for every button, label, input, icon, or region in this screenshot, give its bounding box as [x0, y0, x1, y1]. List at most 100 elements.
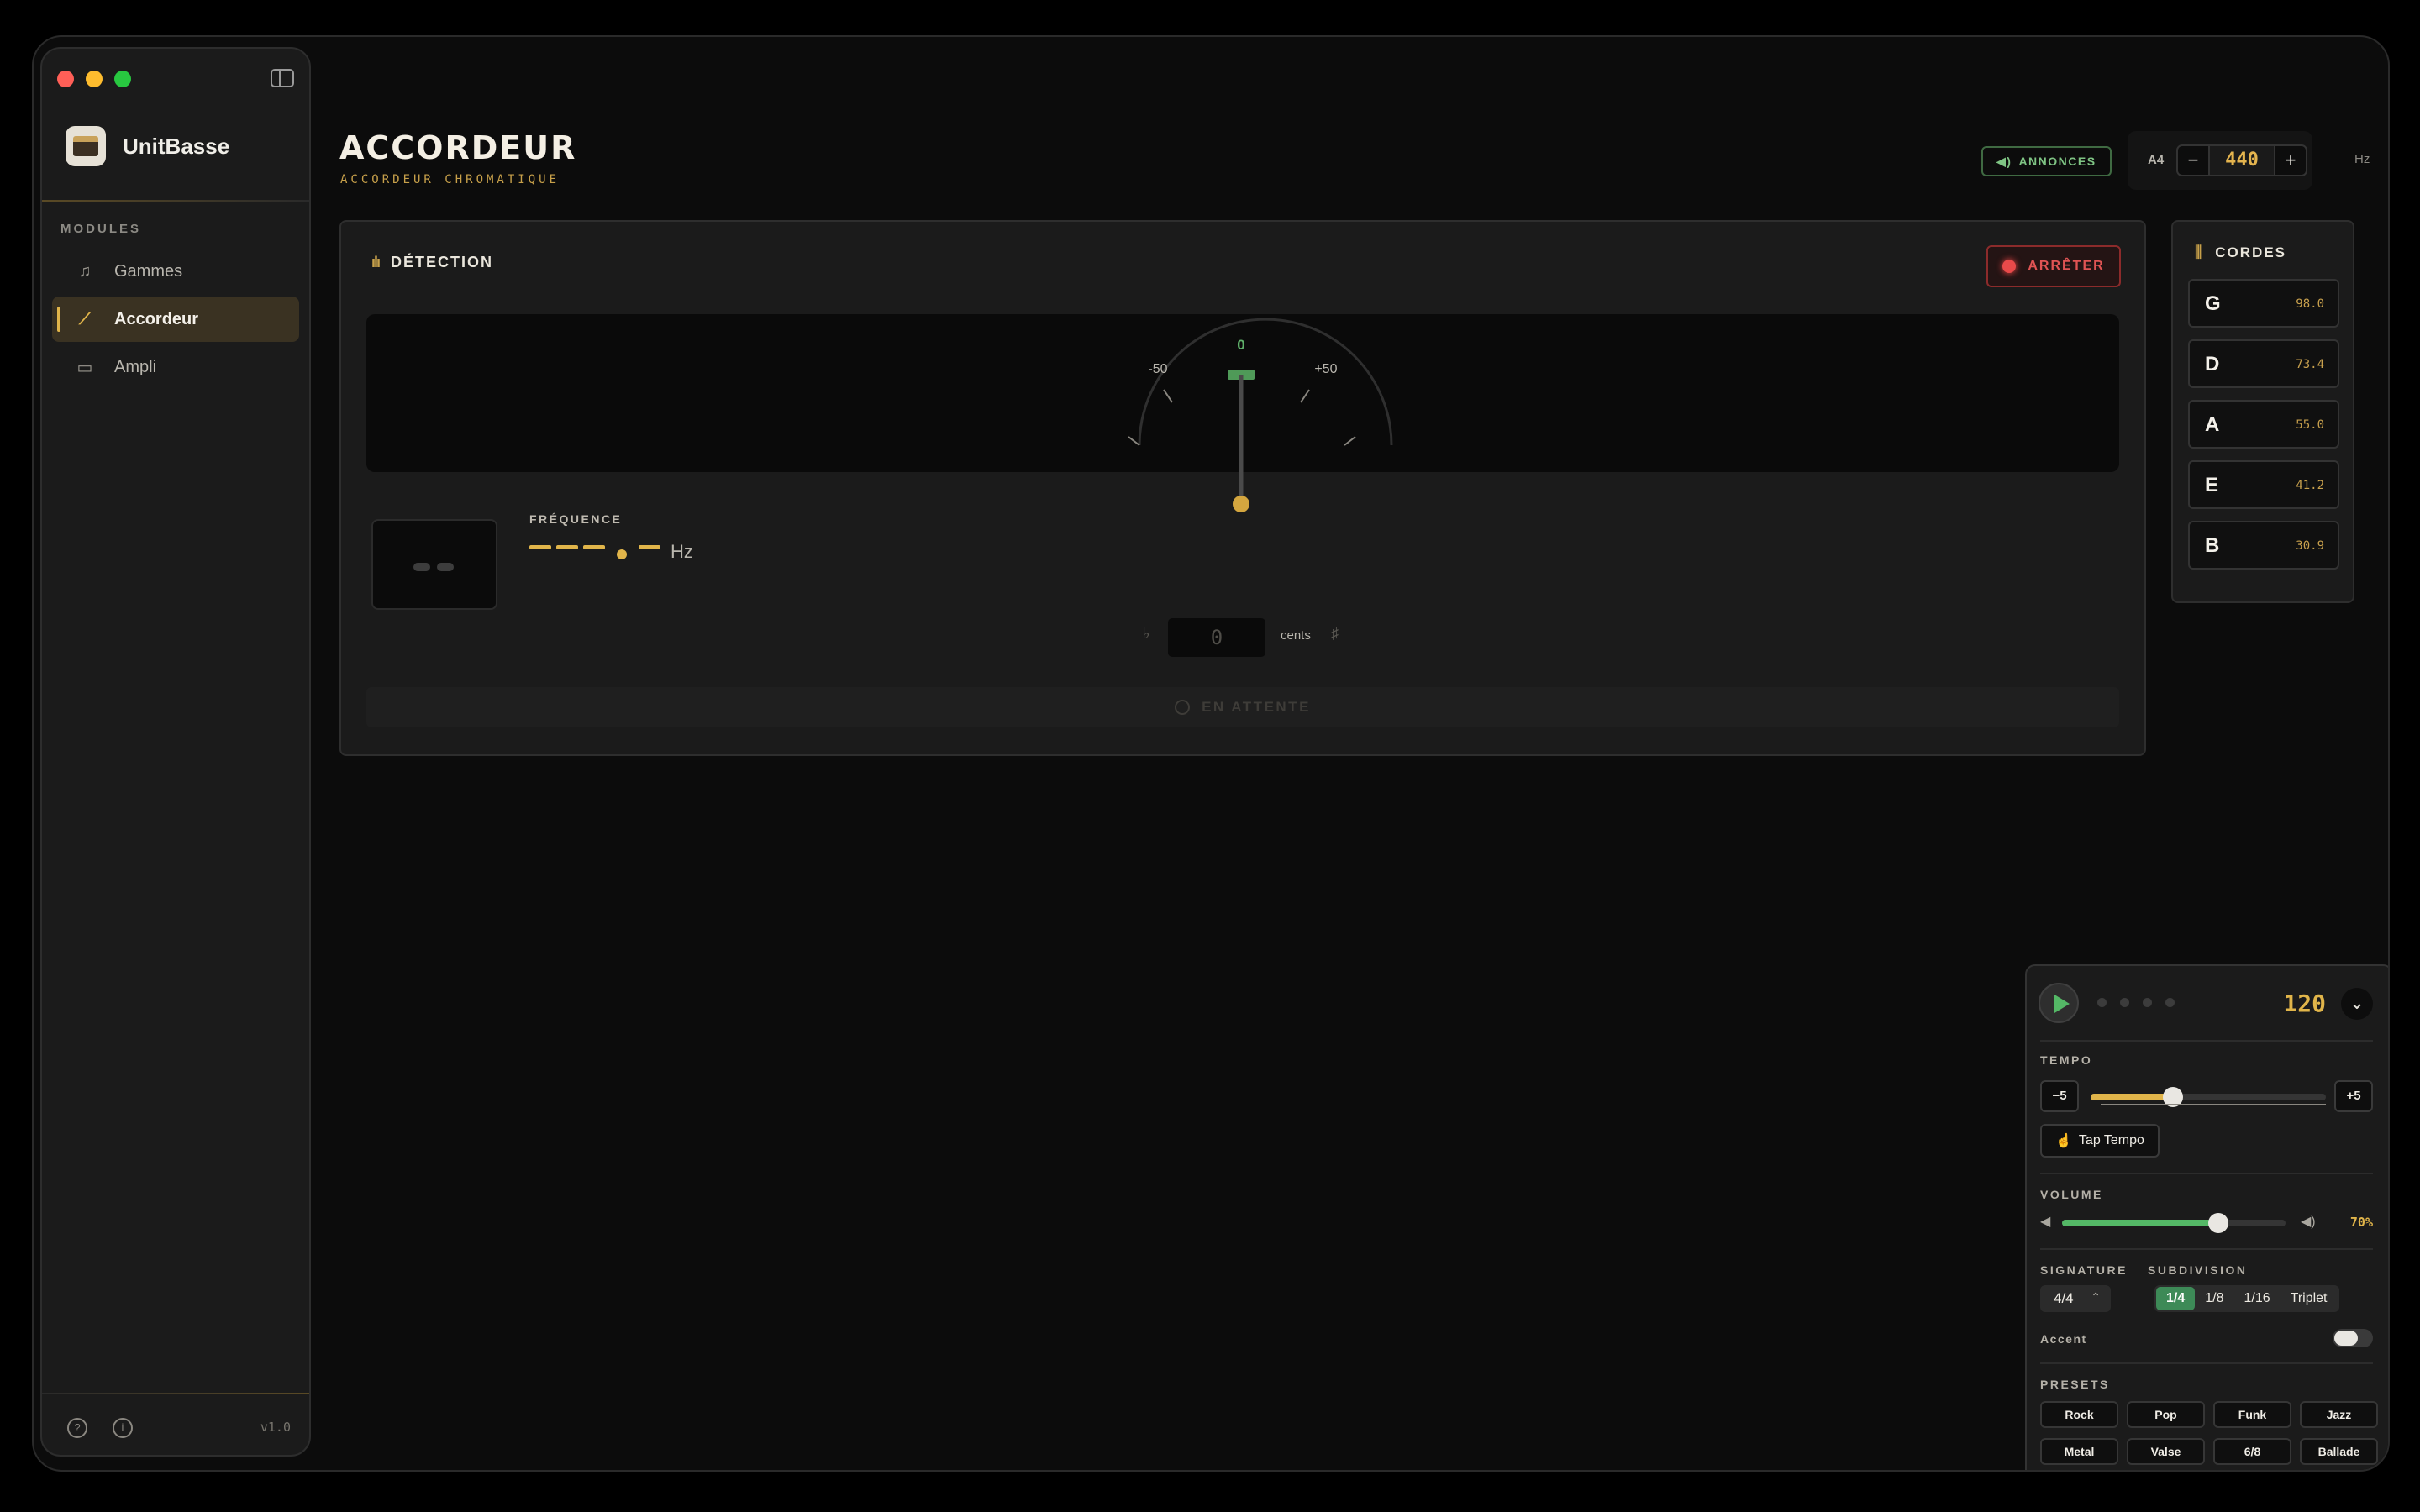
a4-decrement-button[interactable]: −: [2178, 146, 2210, 175]
a4-increment-button[interactable]: +: [2274, 146, 2306, 175]
subdivision-option-quarter[interactable]: 1/4: [2156, 1287, 2196, 1310]
tempo-increase-button[interactable]: +5: [2334, 1080, 2373, 1112]
amp-icon: ▭: [76, 358, 93, 377]
bpm-display[interactable]: 120: [2283, 990, 2326, 1017]
gauge-left-label: -50: [1148, 362, 1167, 376]
beat-indicators: [2097, 998, 2175, 1007]
a4-value[interactable]: 440: [2210, 146, 2274, 175]
announce-toggle-button[interactable]: ◀) ANNONCES: [1981, 146, 2112, 176]
tuning-fork-icon: ⟋: [79, 309, 91, 328]
music-list-icon: ♫: [78, 261, 92, 281]
speaker-icon: ◀): [1996, 154, 2012, 168]
string-frequency: 41.2: [2296, 479, 2324, 492]
digit-placeholder: [583, 545, 605, 549]
string-button-b[interactable]: B 30.9: [2188, 521, 2339, 570]
info-icon[interactable]: i: [113, 1418, 133, 1438]
preset-button-funk[interactable]: Funk: [2213, 1401, 2291, 1428]
tempo-slider[interactable]: [2091, 1087, 2326, 1107]
tempo-slider-fill: [2091, 1094, 2173, 1100]
string-frequency: 73.4: [2296, 358, 2324, 371]
gauge-right-label: +50: [1314, 362, 1337, 376]
sidebar-item-label: Gammes: [114, 261, 183, 281]
help-icon[interactable]: ?: [67, 1418, 87, 1438]
beat-dot: [2097, 998, 2107, 1007]
subdivision-segmented-control: 1/4 1/8 1/16 Triplet: [2154, 1285, 2339, 1312]
string-note: D: [2205, 353, 2220, 375]
volume-percent: 70%: [2349, 1215, 2373, 1230]
decimal-dot: [617, 549, 627, 559]
divider: [2040, 1040, 2373, 1042]
page-subtitle: ACCORDEUR CHROMATIQUE: [340, 173, 560, 186]
string-frequency: 55.0: [2296, 418, 2324, 432]
record-dot-icon: [2002, 260, 2017, 273]
string-button-a[interactable]: A 55.0: [2188, 400, 2339, 449]
sidebar-item-accordeur[interactable]: ⟋ Accordeur: [52, 297, 299, 342]
volume-slider[interactable]: [2062, 1213, 2286, 1233]
waveform-icon: ılı: [371, 254, 381, 270]
detected-note-display: [371, 519, 497, 610]
string-button-d[interactable]: D 73.4: [2188, 339, 2339, 388]
digit-placeholder: [639, 545, 660, 549]
volume-low-icon: ◀: [2040, 1215, 2051, 1229]
divider: [2040, 1173, 2373, 1174]
stop-button[interactable]: ARRÊTER: [1986, 245, 2121, 287]
tap-tempo-label: Tap Tempo: [2078, 1133, 2144, 1147]
a4-unit: Hz: [2354, 152, 2370, 166]
minimize-window-button[interactable]: [86, 71, 103, 87]
preset-button-rock[interactable]: Rock: [2040, 1401, 2118, 1428]
gauge-tick: [1344, 436, 1356, 446]
strings-icon: ⫼: [2195, 244, 2204, 260]
string-frequency: 30.9: [2296, 539, 2324, 553]
cents-unit: cents: [1281, 628, 1311, 643]
sidebar-toggle-icon[interactable]: [271, 69, 294, 87]
preset-button-valse[interactable]: Valse: [2127, 1438, 2205, 1465]
detection-panel: ılı DÉTECTION ARRÊTER 0 -50 +50 FRÉQUENC…: [339, 220, 2146, 756]
zoom-window-button[interactable]: [114, 71, 131, 87]
accent-toggle[interactable]: [2333, 1329, 2373, 1347]
app-window: UnitBasse MODULES ♫ Gammes ⟋ Accordeur ▭…: [32, 35, 2390, 1472]
tempo-decrease-button[interactable]: −5: [2040, 1080, 2079, 1112]
preset-button-six-eight[interactable]: 6/8: [2213, 1438, 2291, 1465]
string-button-g[interactable]: G 98.0: [2188, 279, 2339, 328]
string-frequency: 98.0: [2296, 297, 2324, 311]
subdivision-label: SUBDIVISION: [2148, 1263, 2248, 1277]
metronome-panel: 120 ⌄ TEMPO −5 +5 ☝ Tap Tempo VOLUME ◀ ◀…: [2025, 964, 2388, 1470]
sidebar-divider: [42, 200, 309, 202]
cents-readout: ♭ 0 cents ♯: [341, 617, 2144, 657]
a4-label: A4: [2148, 153, 2165, 167]
tuner-gauge: 0 -50 +50: [366, 314, 2119, 512]
tuner-status: EN ATTENTE: [366, 687, 2119, 727]
preset-button-jazz[interactable]: Jazz: [2300, 1401, 2378, 1428]
tap-tempo-button[interactable]: ☝ Tap Tempo: [2040, 1124, 2160, 1158]
string-note: A: [2205, 413, 2220, 436]
signature-select[interactable]: 4/4: [2040, 1284, 2111, 1312]
sidebar-item-gammes[interactable]: ♫ Gammes: [52, 249, 299, 294]
subdivision-option-sixteenth[interactable]: 1/16: [2234, 1287, 2281, 1310]
sidebar: UnitBasse MODULES ♫ Gammes ⟋ Accordeur ▭…: [40, 47, 311, 1457]
subdivision-option-triplet[interactable]: Triplet: [2281, 1287, 2338, 1310]
sidebar-item-ampli[interactable]: ▭ Ampli: [52, 344, 299, 390]
stop-label: ARRÊTER: [2028, 259, 2105, 273]
gauge-tick: [1163, 389, 1173, 403]
status-text: EN ATTENTE: [1202, 699, 1311, 715]
beat-dot: [2120, 998, 2129, 1007]
close-window-button[interactable]: [57, 71, 74, 87]
play-button[interactable]: [2039, 983, 2079, 1023]
sidebar-item-label: Ampli: [114, 357, 157, 376]
volume-slider-thumb[interactable]: [2208, 1213, 2229, 1233]
detection-header: ılı DÉTECTION: [371, 254, 493, 271]
a4-stepper: − 440 +: [2176, 144, 2307, 176]
flat-icon: ♭: [1143, 625, 1150, 642]
note-placeholder-dash: [413, 563, 430, 571]
needle-pivot: [1233, 496, 1249, 512]
preset-button-metal[interactable]: Metal: [2040, 1438, 2118, 1465]
presets-label: PRESETS: [2040, 1378, 2110, 1391]
accent-label: Accent: [2040, 1332, 2087, 1346]
digit-placeholder: [556, 545, 578, 549]
sidebar-bottom-divider: [42, 1393, 309, 1394]
preset-button-pop[interactable]: Pop: [2127, 1401, 2205, 1428]
subdivision-option-eighth[interactable]: 1/8: [2195, 1287, 2233, 1310]
string-button-e[interactable]: E 41.2: [2188, 460, 2339, 509]
chevron-down-icon[interactable]: ⌄: [2341, 988, 2373, 1020]
preset-button-ballade[interactable]: Ballade: [2300, 1438, 2378, 1465]
